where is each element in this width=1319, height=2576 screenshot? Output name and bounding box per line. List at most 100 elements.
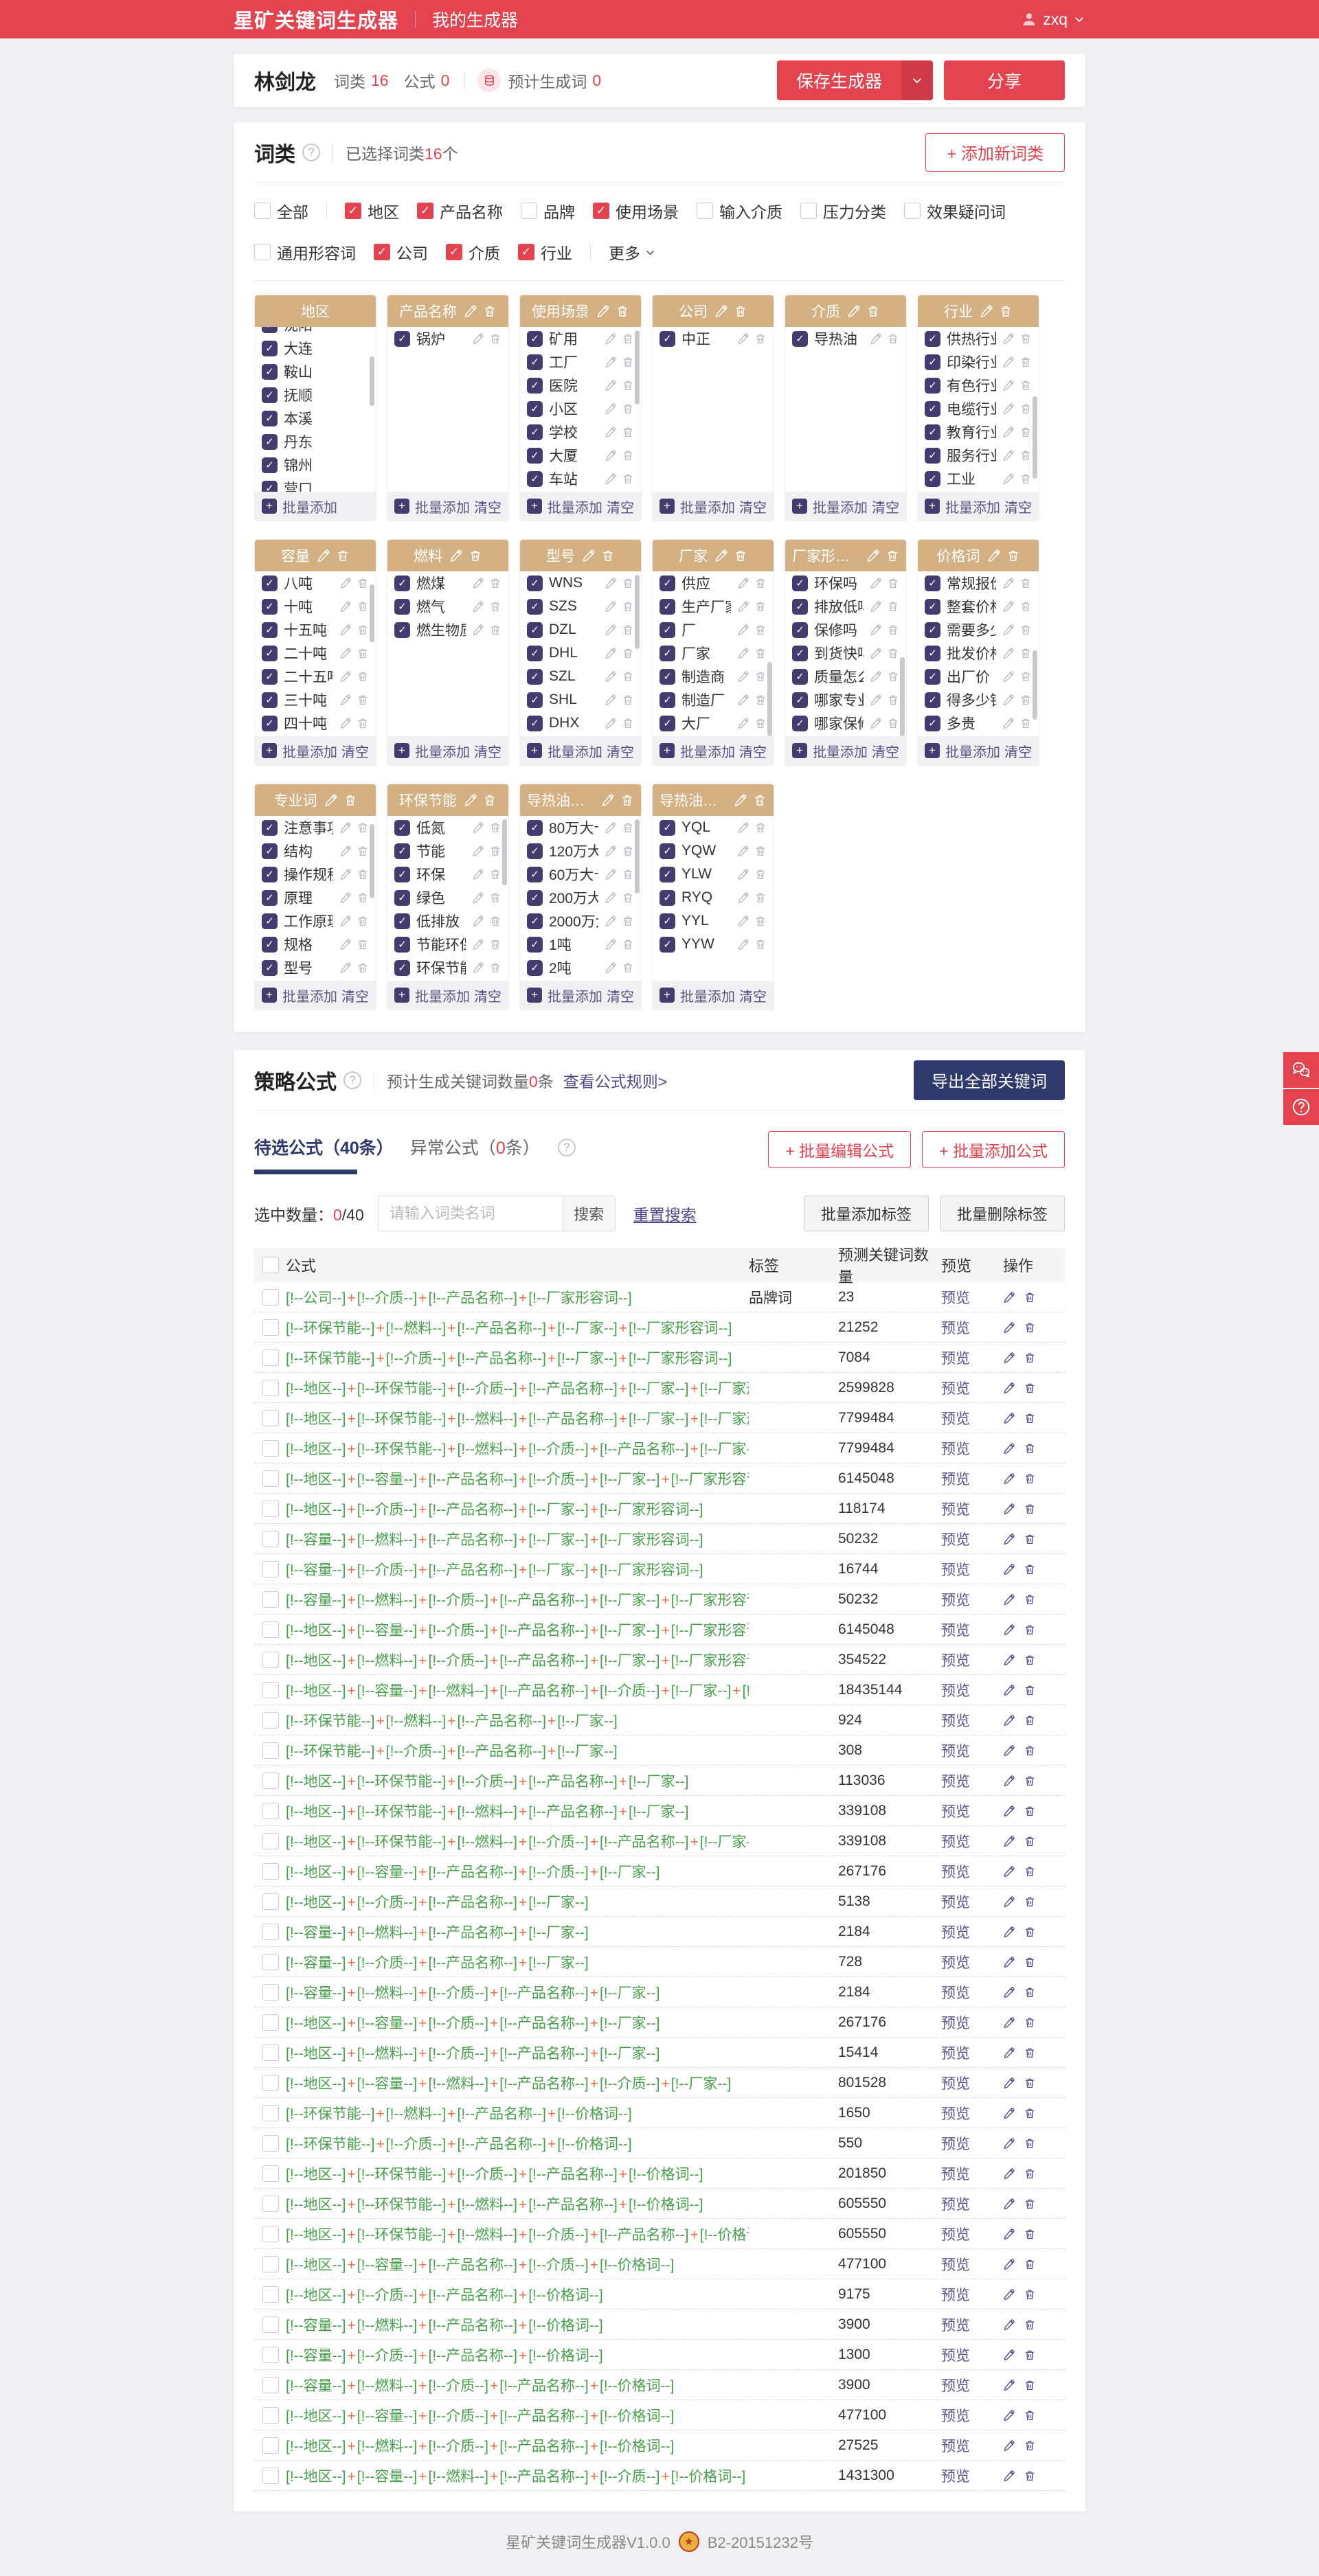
edit-item-icon[interactable] — [737, 915, 749, 927]
edit-formula-icon[interactable] — [1003, 2288, 1015, 2301]
edit-item-icon[interactable] — [1002, 426, 1015, 438]
help-icon[interactable]: ? — [302, 143, 320, 161]
item-checkbox[interactable]: ✓ — [792, 575, 808, 591]
edit-item-icon[interactable] — [472, 961, 484, 974]
delete-item-icon[interactable] — [754, 891, 767, 904]
delete-formula-icon[interactable] — [1024, 2258, 1036, 2270]
edit-category-icon[interactable] — [596, 304, 610, 318]
delete-formula-icon[interactable] — [1024, 2047, 1036, 2059]
item-checkbox[interactable]: ✓ — [660, 889, 675, 906]
edit-category-icon[interactable] — [464, 304, 477, 318]
delete-item-icon[interactable] — [357, 845, 369, 857]
filter-checkbox[interactable]: ✓ — [446, 244, 462, 260]
user-menu[interactable]: zxq — [1021, 10, 1085, 29]
filter-使用场景[interactable]: ✓ 使用场景 — [593, 199, 679, 223]
item-checkbox[interactable]: ✓ — [527, 913, 543, 929]
edit-item-icon[interactable] — [737, 624, 749, 636]
batch-add-button[interactable]: + 批量添加 — [660, 497, 735, 516]
item-checkbox[interactable]: ✓ — [792, 668, 808, 685]
edit-formula-icon[interactable] — [1003, 2107, 1015, 2119]
batch-add-button[interactable]: + 批量添加 — [792, 741, 868, 761]
delete-category-icon[interactable] — [886, 549, 899, 562]
delete-item-icon[interactable] — [622, 577, 634, 589]
delete-formula-icon[interactable] — [1024, 1775, 1036, 1787]
item-checkbox[interactable]: ✓ — [925, 330, 940, 347]
row-checkbox[interactable] — [262, 1500, 279, 1517]
delete-item-icon[interactable] — [357, 577, 369, 589]
batch-add-button[interactable]: + 批量添加 — [925, 497, 1000, 516]
delete-category-icon[interactable] — [866, 304, 880, 318]
delete-item-icon[interactable] — [357, 694, 369, 706]
row-checkbox[interactable] — [262, 1439, 279, 1457]
filter-checkbox[interactable] — [800, 203, 817, 219]
edit-item-icon[interactable] — [472, 332, 484, 345]
export-keywords-button[interactable]: 导出全部关键词 — [914, 1060, 1065, 1100]
item-checkbox[interactable]: ✓ — [394, 913, 410, 929]
help-icon[interactable]: ? — [343, 1071, 361, 1089]
scrollbar-thumb[interactable] — [1033, 396, 1037, 479]
item-checkbox[interactable]: ✓ — [262, 363, 278, 380]
delete-item-icon[interactable] — [887, 717, 899, 729]
delete-formula-icon[interactable] — [1024, 1503, 1036, 1515]
delete-formula-icon[interactable] — [1024, 1563, 1036, 1575]
batch-add-formula-button[interactable]: + 批量添加公式 — [922, 1131, 1065, 1168]
delete-formula-icon[interactable] — [1024, 1865, 1036, 1878]
delete-item-icon[interactable] — [887, 694, 899, 706]
edit-formula-icon[interactable] — [1003, 2409, 1015, 2421]
filter-checkbox[interactable]: ✓ — [417, 203, 433, 219]
item-checkbox[interactable]: ✓ — [394, 330, 410, 347]
batch-add-button[interactable]: + 批量添加 — [527, 497, 602, 516]
delete-item-icon[interactable] — [489, 938, 501, 950]
edit-item-icon[interactable] — [870, 694, 882, 706]
edit-item-icon[interactable] — [472, 938, 484, 950]
preview-link[interactable]: 预览 — [941, 2106, 970, 2122]
row-checkbox[interactable] — [262, 2255, 279, 2272]
row-checkbox[interactable] — [262, 2316, 279, 2333]
filter-公司[interactable]: ✓ 公司 — [374, 240, 428, 264]
delete-item-icon[interactable] — [1019, 600, 1032, 613]
delete-item-icon[interactable] — [754, 821, 767, 834]
preview-link[interactable]: 预览 — [941, 2046, 970, 2062]
item-checkbox[interactable]: ✓ — [262, 866, 278, 882]
edit-formula-icon[interactable] — [1003, 2439, 1015, 2452]
item-checkbox[interactable]: ✓ — [792, 645, 808, 661]
delete-formula-icon[interactable] — [1024, 2198, 1036, 2210]
delete-item-icon[interactable] — [622, 961, 634, 974]
filter-checkbox[interactable] — [697, 203, 713, 219]
edit-item-icon[interactable] — [472, 624, 484, 636]
delete-item-icon[interactable] — [622, 426, 634, 438]
delete-item-icon[interactable] — [1019, 717, 1032, 729]
filter-checkbox[interactable] — [904, 203, 921, 219]
item-checkbox[interactable]: ✓ — [394, 598, 410, 615]
item-checkbox[interactable]: ✓ — [925, 598, 940, 615]
edit-category-icon[interactable] — [449, 549, 463, 562]
delete-category-icon[interactable] — [601, 549, 615, 562]
row-checkbox[interactable] — [262, 2134, 279, 2152]
edit-item-icon[interactable] — [870, 624, 882, 636]
item-checkbox[interactable]: ✓ — [527, 598, 543, 615]
delete-formula-icon[interactable] — [1024, 1744, 1036, 1757]
item-checkbox[interactable]: ✓ — [527, 889, 543, 906]
edit-item-icon[interactable] — [605, 402, 617, 415]
batch-edit-formula-button[interactable]: + 批量编辑公式 — [768, 1131, 912, 1168]
delete-item-icon[interactable] — [357, 717, 369, 729]
item-checkbox[interactable]: ✓ — [527, 936, 543, 953]
edit-item-icon[interactable] — [737, 600, 749, 613]
preview-link[interactable]: 预览 — [941, 2348, 970, 2364]
delete-formula-icon[interactable] — [1024, 2470, 1036, 2482]
item-checkbox[interactable]: ✓ — [660, 692, 675, 708]
delete-formula-icon[interactable] — [1024, 2228, 1036, 2240]
item-checkbox[interactable]: ✓ — [262, 645, 278, 661]
delete-item-icon[interactable] — [754, 868, 767, 880]
edit-formula-icon[interactable] — [1003, 1533, 1015, 1545]
item-checkbox[interactable]: ✓ — [262, 889, 278, 906]
delete-item-icon[interactable] — [357, 891, 369, 904]
delete-item-icon[interactable] — [1019, 332, 1032, 345]
edit-category-icon[interactable] — [987, 549, 1001, 562]
edit-item-icon[interactable] — [339, 868, 352, 880]
edit-formula-icon[interactable] — [1003, 1291, 1015, 1303]
delete-item-icon[interactable] — [754, 577, 767, 589]
row-checkbox[interactable] — [262, 1591, 279, 1608]
item-checkbox[interactable]: ✓ — [925, 377, 940, 394]
edit-item-icon[interactable] — [737, 845, 749, 857]
